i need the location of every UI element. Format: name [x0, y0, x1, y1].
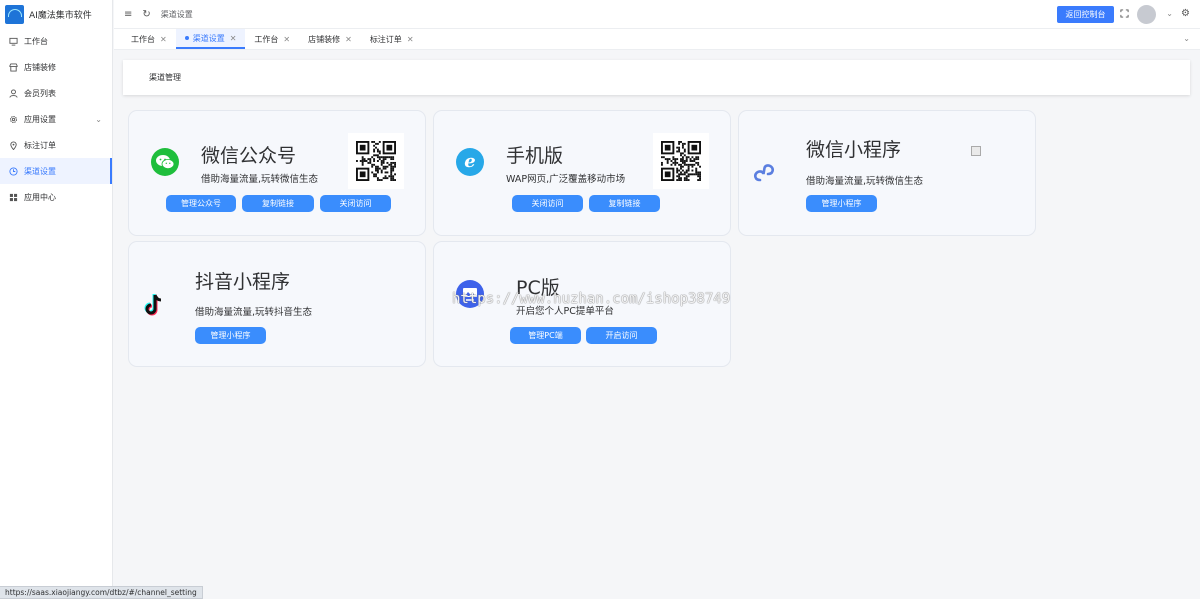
- channel-card-mobile: e 手机版 WAP网页,广泛覆盖移动市场 关闭访问 复制链接: [433, 110, 731, 236]
- manage-mini-program-button[interactable]: 管理小程序: [195, 327, 266, 344]
- close-icon[interactable]: ✕: [160, 35, 167, 44]
- app-logo-area[interactable]: AI魔法集市软件: [0, 0, 112, 28]
- copy-link-button[interactable]: 复制链接: [242, 195, 314, 212]
- close-access-button[interactable]: 关闭访问: [512, 195, 583, 212]
- channel-title: PC版: [516, 277, 560, 299]
- status-url: https://saas.xiaojiangy.com/dtbz/#/chann…: [5, 588, 197, 597]
- qr-code-image: [971, 146, 981, 156]
- user-icon: [9, 88, 18, 98]
- page-title: 渠道管理: [149, 73, 181, 82]
- sidebar-item-label: 标注订单: [24, 140, 56, 150]
- back-to-console-button[interactable]: 返回控制台: [1057, 6, 1114, 23]
- settings-icon: [9, 115, 18, 124]
- qr-code-icon: [653, 133, 709, 189]
- browser-status-bar: https://saas.xiaojiangy.com/dtbz/#/chann…: [0, 586, 203, 599]
- channel-title: 手机版: [506, 145, 564, 167]
- channel-card-pc: PC版 开启您个人PC提单平台 管理PC端 开启访问: [433, 241, 731, 367]
- sidebar-item-annotated-orders[interactable]: 标注订单: [0, 132, 112, 158]
- close-icon[interactable]: ✕: [407, 35, 414, 44]
- chevron-down-icon[interactable]: ⌄: [1183, 34, 1190, 43]
- channel-desc: 开启您个人PC提单平台: [516, 306, 614, 317]
- channel-desc: 借助海量流量,玩转微信生态: [201, 174, 319, 185]
- tab-channel-settings[interactable]: 渠道设置 ✕: [175, 29, 246, 49]
- channel-card-wechat-official: 微信公众号 借助海量流量,玩转微信生态 管理公众号 复制链接 关闭访问: [128, 110, 426, 236]
- qr-code-icon: [348, 133, 404, 189]
- sidebar-item-app-center[interactable]: 应用中心: [0, 184, 112, 210]
- sidebar: AI魔法集市软件 工作台 店铺装修 会员列表 应用设置 ⌄ 标注订单 渠道设置 …: [0, 0, 113, 599]
- channel-title: 抖音小程序: [195, 271, 291, 293]
- channel-desc: WAP网页,广泛覆盖移动市场: [506, 174, 626, 185]
- manage-official-account-button[interactable]: 管理公众号: [166, 195, 236, 212]
- channel-desc: 借助海量流量,玩转微信生态: [806, 176, 924, 187]
- sidebar-item-label: 应用中心: [24, 192, 56, 202]
- ie-browser-icon: e: [456, 148, 484, 176]
- channel-title: 微信小程序: [806, 139, 902, 161]
- top-bar: ≡ ↻ 渠道设置 返回控制台 ⌄ ⚙: [114, 0, 1200, 28]
- app-logo-icon: [5, 4, 24, 24]
- copy-link-button[interactable]: 复制链接: [589, 195, 660, 212]
- breadcrumb: 渠道设置: [160, 9, 193, 19]
- manage-pc-button[interactable]: 管理PC端: [510, 327, 581, 344]
- chevron-down-icon: ⌄: [95, 114, 102, 124]
- sidebar-item-store-decoration[interactable]: 店铺装修: [0, 54, 112, 80]
- grid-icon: [9, 193, 18, 202]
- menu-toggle-icon[interactable]: ≡: [124, 9, 132, 20]
- fullscreen-icon[interactable]: [1120, 9, 1129, 18]
- douyin-icon: [141, 292, 167, 318]
- tab-store-decoration[interactable]: 店铺装修 ✕: [299, 29, 361, 49]
- mini-program-icon: [751, 158, 777, 184]
- pc-icon: [456, 280, 484, 308]
- sidebar-item-members[interactable]: 会员列表: [0, 80, 112, 106]
- tab-label: 工作台: [254, 34, 279, 44]
- tab-label: 工作台: [131, 34, 155, 44]
- page-header: 渠道管理: [123, 60, 1190, 95]
- tab-label: 渠道设置: [192, 33, 225, 43]
- sidebar-item-label: 渠道设置: [24, 166, 56, 176]
- active-dot-icon: [184, 36, 189, 40]
- monitor-icon: [9, 37, 18, 46]
- store-icon: [9, 62, 18, 72]
- sidebar-item-workbench[interactable]: 工作台: [0, 28, 112, 54]
- tab-bar: 工作台 ✕ 渠道设置 ✕ 工作台 ✕ 店铺装修 ✕ 标注订单 ✕ ⌄: [114, 28, 1200, 50]
- refresh-icon[interactable]: ↻: [142, 9, 150, 20]
- sidebar-item-label: 工作台: [24, 36, 48, 46]
- tab-label: 标注订单: [369, 34, 402, 44]
- sidebar-item-label: 应用设置: [24, 114, 56, 124]
- wechat-icon: [151, 148, 179, 176]
- sidebar-item-channel-settings[interactable]: 渠道设置: [0, 158, 112, 184]
- channel-card-douyin-mini: 抖音小程序 借助海量流量,玩转抖音生态 管理小程序: [128, 241, 426, 367]
- channel-title: 微信公众号: [201, 145, 297, 167]
- channel-desc: 借助海量流量,玩转抖音生态: [195, 307, 313, 318]
- close-icon[interactable]: ✕: [345, 35, 352, 44]
- clock-icon: [9, 166, 18, 176]
- app-title: AI魔法集市软件: [29, 10, 92, 21]
- close-icon[interactable]: ✕: [283, 35, 290, 44]
- location-icon: [9, 141, 18, 150]
- sidebar-item-label: 店铺装修: [24, 62, 56, 72]
- sidebar-menu: 工作台 店铺装修 会员列表 应用设置 ⌄ 标注订单 渠道设置 应用中心: [0, 28, 112, 210]
- avatar[interactable]: [1137, 5, 1156, 24]
- tab-workbench[interactable]: 工作台 ✕: [122, 29, 176, 49]
- close-access-button[interactable]: 关闭访问: [320, 195, 391, 212]
- tab-workbench-2[interactable]: 工作台 ✕: [245, 29, 299, 49]
- close-icon[interactable]: ✕: [230, 34, 237, 43]
- sidebar-item-app-settings[interactable]: 应用设置 ⌄: [0, 106, 112, 132]
- channel-card-wechat-mini: 微信小程序 借助海量流量,玩转微信生态 管理小程序: [738, 110, 1036, 236]
- open-access-button[interactable]: 开启访问: [586, 327, 657, 344]
- tab-label: 店铺装修: [308, 34, 341, 44]
- gear-icon[interactable]: ⚙: [1181, 8, 1190, 19]
- manage-mini-program-button[interactable]: 管理小程序: [806, 195, 877, 212]
- chevron-down-icon[interactable]: ⌄: [1166, 9, 1173, 18]
- tab-annotated-orders[interactable]: 标注订单 ✕: [361, 29, 423, 49]
- sidebar-item-label: 会员列表: [24, 88, 56, 98]
